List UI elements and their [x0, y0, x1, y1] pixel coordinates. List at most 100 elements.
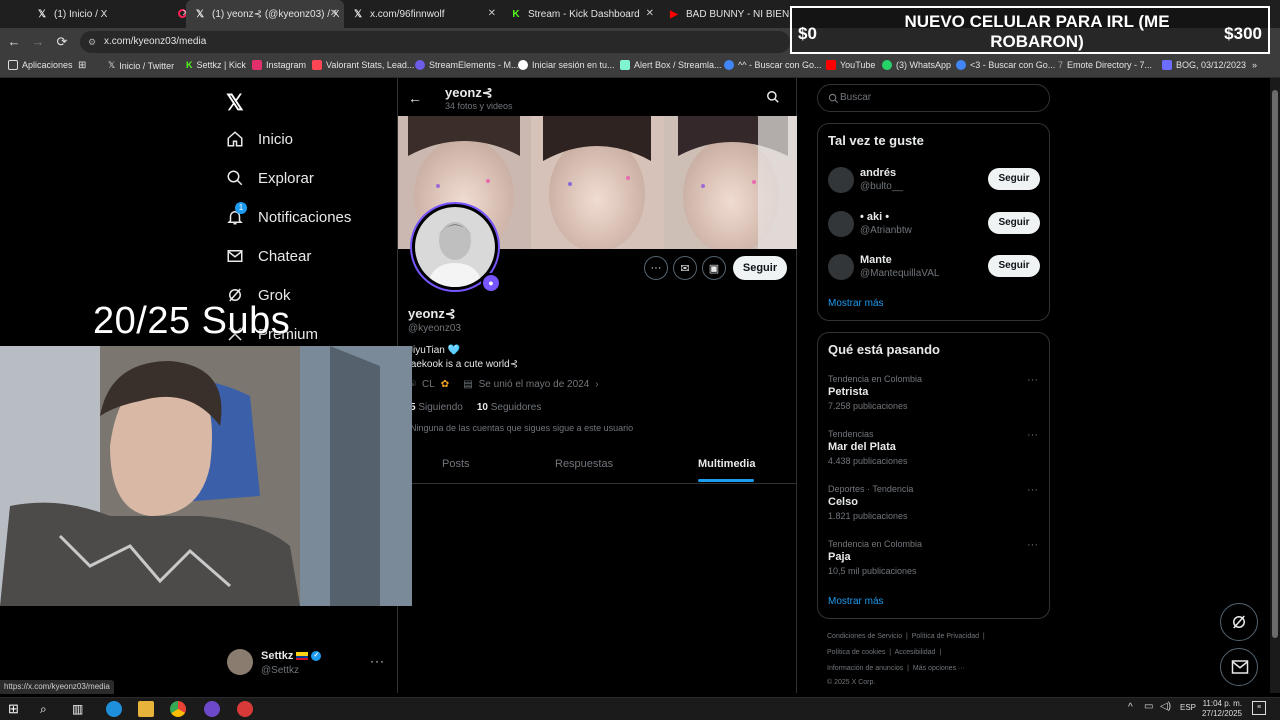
back-icon[interactable]: ← — [6, 34, 22, 50]
suggestion-item[interactable]: andrés @bulto__ Seguir — [828, 164, 1040, 200]
bookmark-search-2[interactable]: <3 - Buscar con Go... — [956, 60, 1055, 70]
more-options-icon[interactable]: ··· — [1027, 374, 1038, 386]
globe-icon — [518, 60, 528, 70]
suggestion-item[interactable]: • aki • @Atrianbtw Seguir — [828, 208, 1040, 244]
bookmark-search-1[interactable]: ^^ - Buscar con Go... — [724, 60, 821, 70]
bookmark-streamelements[interactable]: StreamElements - M... — [415, 60, 519, 70]
bookmark-whatsapp[interactable]: (3) WhatsApp — [882, 60, 951, 70]
more-options-icon[interactable]: ··· — [370, 654, 385, 668]
follow-button[interactable]: Seguir — [988, 168, 1040, 190]
profile-name: yeonz⊰ — [408, 306, 456, 321]
more-options-icon[interactable]: ··· — [644, 256, 668, 280]
bookmarks-more-icon[interactable]: » — [1252, 60, 1257, 70]
chrome-icon[interactable] — [170, 701, 186, 717]
footer-link[interactable]: Política de cookies — [827, 649, 885, 656]
scrollbar-thumb[interactable] — [1272, 90, 1278, 638]
footer-link[interactable]: Accesibilidad — [895, 649, 936, 656]
edge-icon[interactable] — [106, 701, 122, 717]
bookmark-valorant[interactable]: Valorant Stats, Lead... — [312, 60, 414, 70]
footer-link[interactable]: Condiciones de Servicio — [827, 633, 902, 640]
more-options-icon[interactable]: ··· — [1027, 539, 1038, 551]
bookmark-twitter[interactable]: 𝕏 Inicio / Twitter — [108, 60, 174, 71]
reload-icon[interactable]: ⟳ — [54, 34, 70, 50]
footer-link[interactable]: Política de Privacidad — [912, 633, 979, 640]
bookmark-youtube[interactable]: YouTube — [826, 60, 875, 70]
bookmark-instagram[interactable]: Instagram — [252, 60, 306, 70]
grok-icon — [1233, 615, 1245, 629]
message-icon[interactable]: ✉ — [673, 256, 697, 280]
trends-box: Qué está pasando Tendencia en Colombia P… — [817, 332, 1050, 619]
nav-chat[interactable]: Chatear — [226, 247, 311, 265]
tab-media[interactable]: Multimedia — [698, 458, 755, 470]
google-icon — [724, 60, 734, 70]
close-icon[interactable]: ✕ — [646, 8, 654, 19]
messages-float-button[interactable] — [1220, 648, 1258, 686]
nav-notifications[interactable]: 1 Notificaciones — [226, 202, 351, 226]
chevron-right-icon[interactable]: › — [595, 379, 598, 390]
follow-button[interactable]: Seguir — [733, 256, 787, 280]
nav-explore[interactable]: Explorar — [226, 169, 314, 187]
close-icon[interactable]: ✕ — [330, 8, 338, 19]
forward-icon[interactable]: → — [30, 34, 46, 50]
follow-button[interactable]: Seguir — [988, 212, 1040, 234]
tray-chevron-icon[interactable]: ^ — [1128, 702, 1133, 713]
volume-icon[interactable]: ◁) — [1160, 701, 1171, 712]
tab-finnwolf[interactable]: 𝕏 x.com/96finnwolf ✕ — [344, 0, 502, 28]
bookmark-emotes[interactable]: 7 Emote Directory - 7... — [1058, 60, 1152, 70]
more-options-icon[interactable]: ··· — [1027, 484, 1038, 496]
more-options-icon[interactable]: ··· — [1027, 429, 1038, 441]
clock-time[interactable]: 11:04 p. m. — [1200, 699, 1242, 708]
bookmark-bog[interactable]: BOG, 03/12/2023 — [1162, 60, 1246, 70]
tab-youtube[interactable]: ▶ BAD BUNNY - NI BIEN NI MAL — [660, 0, 790, 28]
url-field[interactable]: ⚙ x.com/kyeonz03/media — [80, 31, 790, 53]
x-logo-icon[interactable]: 𝕏 — [226, 90, 244, 116]
tab-inicio[interactable]: 𝕏 (1) Inicio / X ✕ — [28, 0, 186, 28]
bookmark-kick[interactable]: K Settkz | Kick — [186, 60, 246, 70]
show-more-link[interactable]: Mostrar más — [828, 298, 884, 309]
home-icon — [227, 131, 243, 147]
footer-link[interactable]: Información de anuncios — [827, 665, 903, 672]
bookmark-login[interactable]: Iniciar sesión en tu... — [518, 60, 615, 70]
suggestion-item[interactable]: Mante @MantequillaVAL Seguir — [828, 251, 1040, 287]
tab-replies[interactable]: Respuestas — [555, 458, 613, 470]
trend-item[interactable]: Tendencia en Colombia Paja 10,5 mil publ… — [828, 539, 1040, 589]
x-logo-icon: 𝕏 — [353, 8, 363, 20]
follow-button[interactable]: Seguir — [988, 255, 1040, 277]
trend-item[interactable]: Tendencias Mar del Plata 4.438 publicaci… — [828, 429, 1040, 479]
back-arrow-icon[interactable]: ← — [408, 90, 422, 106]
footer-link[interactable]: Más opciones ··· — [913, 665, 965, 672]
app-icon[interactable] — [237, 701, 253, 717]
close-icon[interactable]: ✕ — [488, 8, 496, 19]
obs-icon[interactable] — [204, 701, 220, 717]
site-info-icon[interactable]: ⚙ — [88, 31, 96, 53]
tab-posts[interactable]: Posts — [442, 458, 470, 470]
language-indicator[interactable]: ESP — [1180, 703, 1196, 712]
avatar[interactable] — [227, 649, 253, 675]
bookmark-alertbox[interactable]: Alert Box / Streamla... — [620, 60, 722, 70]
notification-center-icon[interactable]: ≡ — [1252, 701, 1266, 715]
windows-start-icon[interactable]: ⊞ — [8, 701, 24, 717]
file-explorer-icon[interactable] — [138, 701, 154, 717]
search-icon[interactable]: ⌕ — [40, 701, 56, 717]
following-link[interactable]: 5 Siguiendo — [410, 402, 463, 413]
subscribe-icon[interactable]: ▣ — [702, 256, 726, 280]
task-view-icon[interactable]: ▥ — [72, 701, 88, 717]
clock-date[interactable]: 27/12/2025 — [1200, 709, 1242, 718]
tab-profile[interactable]: 𝕏 (1) yeonz⊰ (@kyeonz03) / X ✕ — [186, 0, 344, 28]
followers-link[interactable]: 10 Seguidores — [477, 402, 542, 413]
trend-item[interactable]: Tendencia en Colombia Petrista 7.258 pub… — [828, 374, 1040, 424]
bookmark-aplicaciones[interactable]: Aplicaciones — [8, 60, 73, 70]
search-input[interactable]: Buscar — [817, 84, 1050, 112]
trend-item[interactable]: Deportes · Tendencia Celso 1.821 publica… — [828, 484, 1040, 534]
trends-show-more-link[interactable]: Mostrar más — [828, 596, 884, 607]
network-icon[interactable]: ▭ — [1144, 701, 1153, 712]
nav-home[interactable]: Inicio — [226, 130, 293, 148]
bookmark-grid[interactable]: ⊞ — [78, 60, 86, 71]
tab-kick-dashboard[interactable]: K Stream - Kick Dashboard ✕ — [502, 0, 660, 28]
header-name: yeonz⊰ — [445, 85, 493, 100]
account-name[interactable]: Settkz ✓ — [261, 650, 322, 662]
grok-float-button[interactable] — [1220, 603, 1258, 641]
search-icon[interactable] — [766, 90, 780, 104]
seventv-icon: 7 — [1058, 60, 1064, 70]
scrollbar[interactable] — [1270, 78, 1280, 693]
